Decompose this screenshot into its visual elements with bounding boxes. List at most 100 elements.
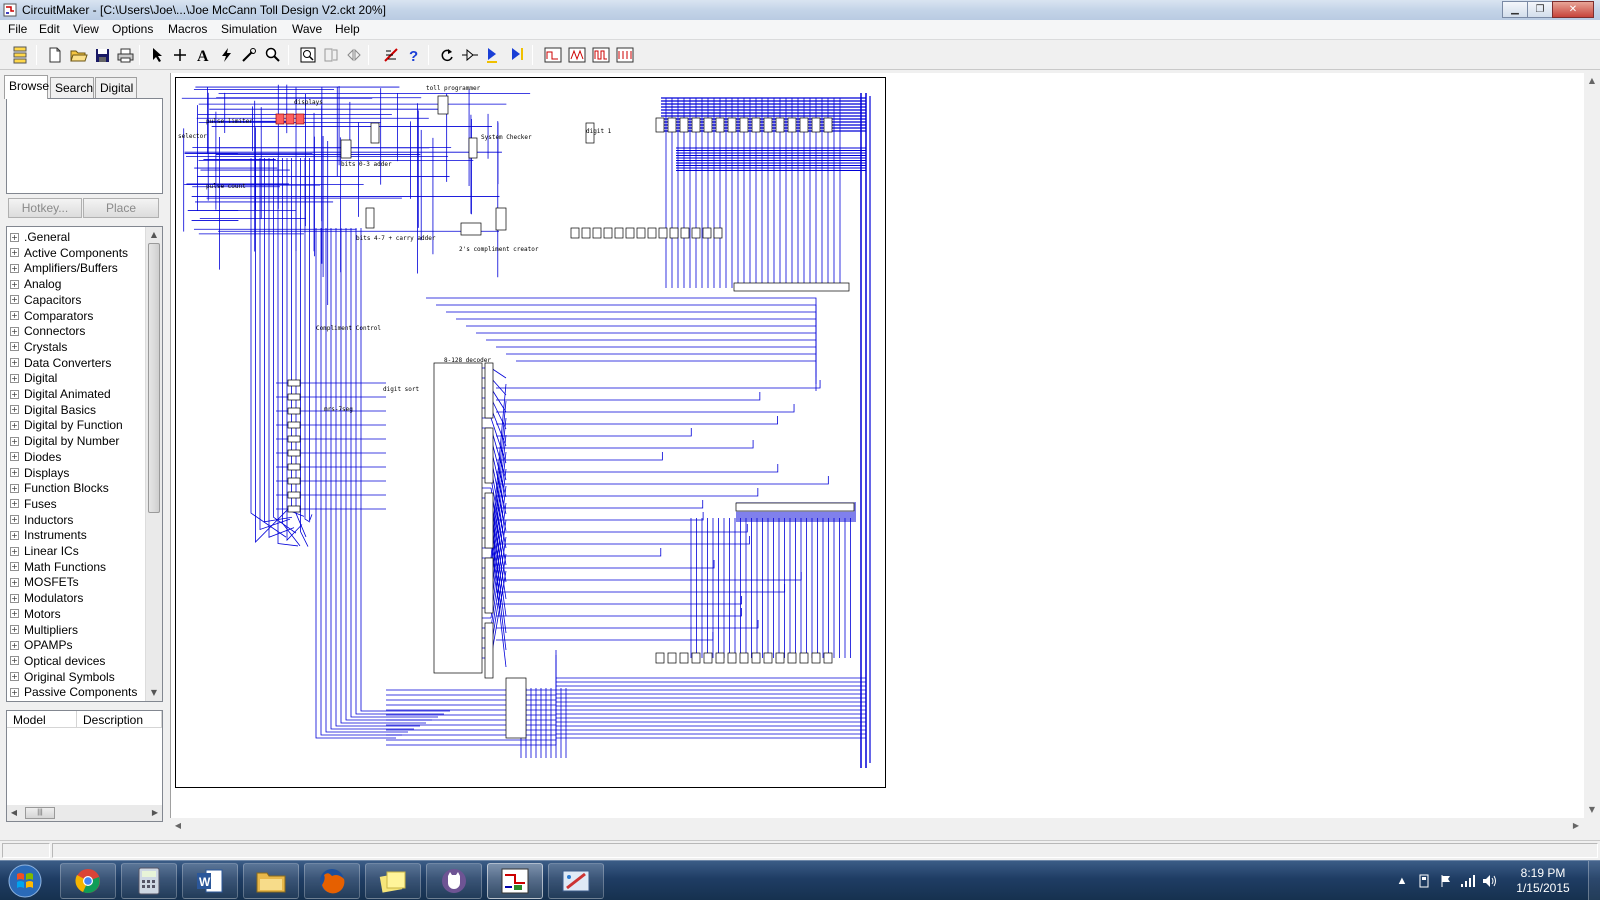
schematic-sheet[interactable]: displays toll programmer pulse limiter bits… [175,77,886,788]
tree-item[interactable]: + Modulators [10,590,83,606]
menu-simulation[interactable]: Simulation [221,22,277,36]
tray-device-icon[interactable] [1416,873,1432,889]
tree-item[interactable]: + Connectors [10,323,85,339]
start-button[interactable] [6,863,44,899]
tree-item[interactable]: + Digital [10,370,57,386]
expand-plus-icon[interactable]: + [10,593,19,603]
tree-item[interactable]: + Displays [10,465,69,481]
select-tool-button[interactable] [146,44,168,66]
taskbar-github[interactable] [426,863,482,899]
menu-help[interactable]: Help [335,22,360,36]
text-tool-button[interactable]: A [192,44,214,66]
scroll-right-icon[interactable]: ▶ [1568,818,1584,834]
expand-plus-icon[interactable]: + [10,405,19,415]
menu-file[interactable]: File [8,22,27,36]
scroll-down-icon[interactable]: ▼ [146,685,162,701]
tree-item[interactable]: + Crystals [10,339,67,355]
tree-item[interactable]: + Digital Animated [10,386,111,402]
expand-plus-icon[interactable]: + [10,232,19,242]
tab-search[interactable]: Search [50,77,94,99]
tray-network-icon[interactable] [1460,873,1476,889]
taskbar-firefox[interactable] [304,863,360,899]
expand-plus-icon[interactable]: + [10,672,19,682]
expand-plus-icon[interactable]: + [10,358,19,368]
tree-item[interactable]: + Digital Basics [10,402,96,418]
tree-item[interactable]: + MOSFETs [10,574,79,590]
waveform-c-button[interactable] [590,44,612,66]
expand-plus-icon[interactable]: + [10,295,19,305]
expand-plus-icon[interactable]: + [10,263,19,273]
tab-digital[interactable]: Digital [95,77,137,99]
expand-plus-icon[interactable]: + [10,609,19,619]
taskbar-sticky-notes[interactable] [365,863,421,899]
expand-plus-icon[interactable]: + [10,452,19,462]
waveform-a-button[interactable] [542,44,564,66]
probe-tool-button[interactable] [215,44,237,66]
expand-plus-icon[interactable]: + [10,483,19,493]
tree-item[interactable]: + Amplifiers/Buffers [10,260,118,276]
menu-macros[interactable]: Macros [168,22,207,36]
schematic-workspace[interactable]: displays toll programmer pulse limiter bits… [170,73,1584,818]
expand-plus-icon[interactable]: + [10,562,19,572]
tree-item[interactable]: + Multipliers [10,622,78,638]
scroll-thumb[interactable]: ||| [25,807,55,819]
workspace-horizontal-scrollbar[interactable]: ◀ ▶ [170,818,1584,834]
expand-plus-icon[interactable]: + [10,640,19,650]
waveform-d-button[interactable] [614,44,636,66]
print-button[interactable] [114,44,136,66]
expand-plus-icon[interactable]: + [10,577,19,587]
restore-button[interactable]: ❐ [1527,1,1553,18]
tray-volume-icon[interactable] [1482,873,1498,889]
tree-item[interactable]: + Capacitors [10,292,81,308]
expand-plus-icon[interactable]: + [10,326,19,336]
workspace-vertical-scrollbar[interactable]: ▲ ▼ [1584,73,1600,818]
taskbar-circuitmaker[interactable] [487,863,543,899]
scroll-up-icon[interactable]: ▲ [1584,73,1600,89]
show-desktop-button[interactable] [1588,861,1600,900]
tree-item[interactable]: + .General [10,229,70,245]
tree-item[interactable]: + Digital by Function [10,417,123,433]
expand-plus-icon[interactable]: + [10,468,19,477]
menu-options[interactable]: Options [112,22,153,36]
place-button[interactable]: Place [83,198,159,218]
tree-item[interactable]: + Function Blocks [10,480,109,496]
step-button[interactable] [459,44,481,66]
taskbar-paint[interactable] [548,863,604,899]
flip-button[interactable] [343,44,365,66]
tree-item[interactable]: + Instruments [10,527,87,543]
taskbar-explorer[interactable] [243,863,299,899]
tree-scrollbar[interactable]: ▲ ▼ [145,227,162,701]
tree-item[interactable]: + Fuses [10,496,57,512]
expand-plus-icon[interactable]: + [10,656,19,666]
tree-item[interactable]: + Original Symbols [10,669,115,685]
tray-flag-icon[interactable] [1438,873,1454,889]
expand-plus-icon[interactable]: + [10,248,19,258]
menu-view[interactable]: View [73,22,99,36]
tree-item[interactable]: + Passive Components [10,684,137,700]
scroll-down-icon[interactable]: ▼ [1584,802,1600,818]
new-file-button[interactable] [44,44,66,66]
expand-plus-icon[interactable]: + [10,625,19,634]
tree-item[interactable]: + Comparators [10,308,93,324]
minimize-button[interactable]: ▁ [1502,1,1528,18]
column-header-description[interactable]: Description [77,711,162,728]
taskbar-word[interactable]: W [182,863,238,899]
circuit-schematic[interactable]: displays toll programmer pulse limiter bits… [176,78,886,788]
expand-plus-icon[interactable]: + [10,436,19,446]
help-button[interactable]: ? [403,44,425,66]
tree-item[interactable]: + Digital by Number [10,433,119,449]
panel-toggle-button[interactable] [9,44,31,66]
expand-plus-icon[interactable]: + [10,499,19,509]
wand-tool-button[interactable] [238,44,260,66]
tree-item[interactable]: + Optical devices [10,653,105,669]
close-button[interactable]: ✕ [1552,1,1594,18]
tree-item[interactable]: + Analog [10,276,61,292]
digital-sim-button[interactable] [380,44,402,66]
scroll-thumb[interactable] [148,243,160,513]
open-file-button[interactable] [68,44,90,66]
system-clock[interactable]: 8:19 PM 1/15/2015 [1508,866,1578,896]
expand-plus-icon[interactable]: + [10,311,19,320]
menu-edit[interactable]: Edit [39,22,60,36]
expand-plus-icon[interactable]: + [10,279,19,289]
mirror-button[interactable] [320,44,342,66]
